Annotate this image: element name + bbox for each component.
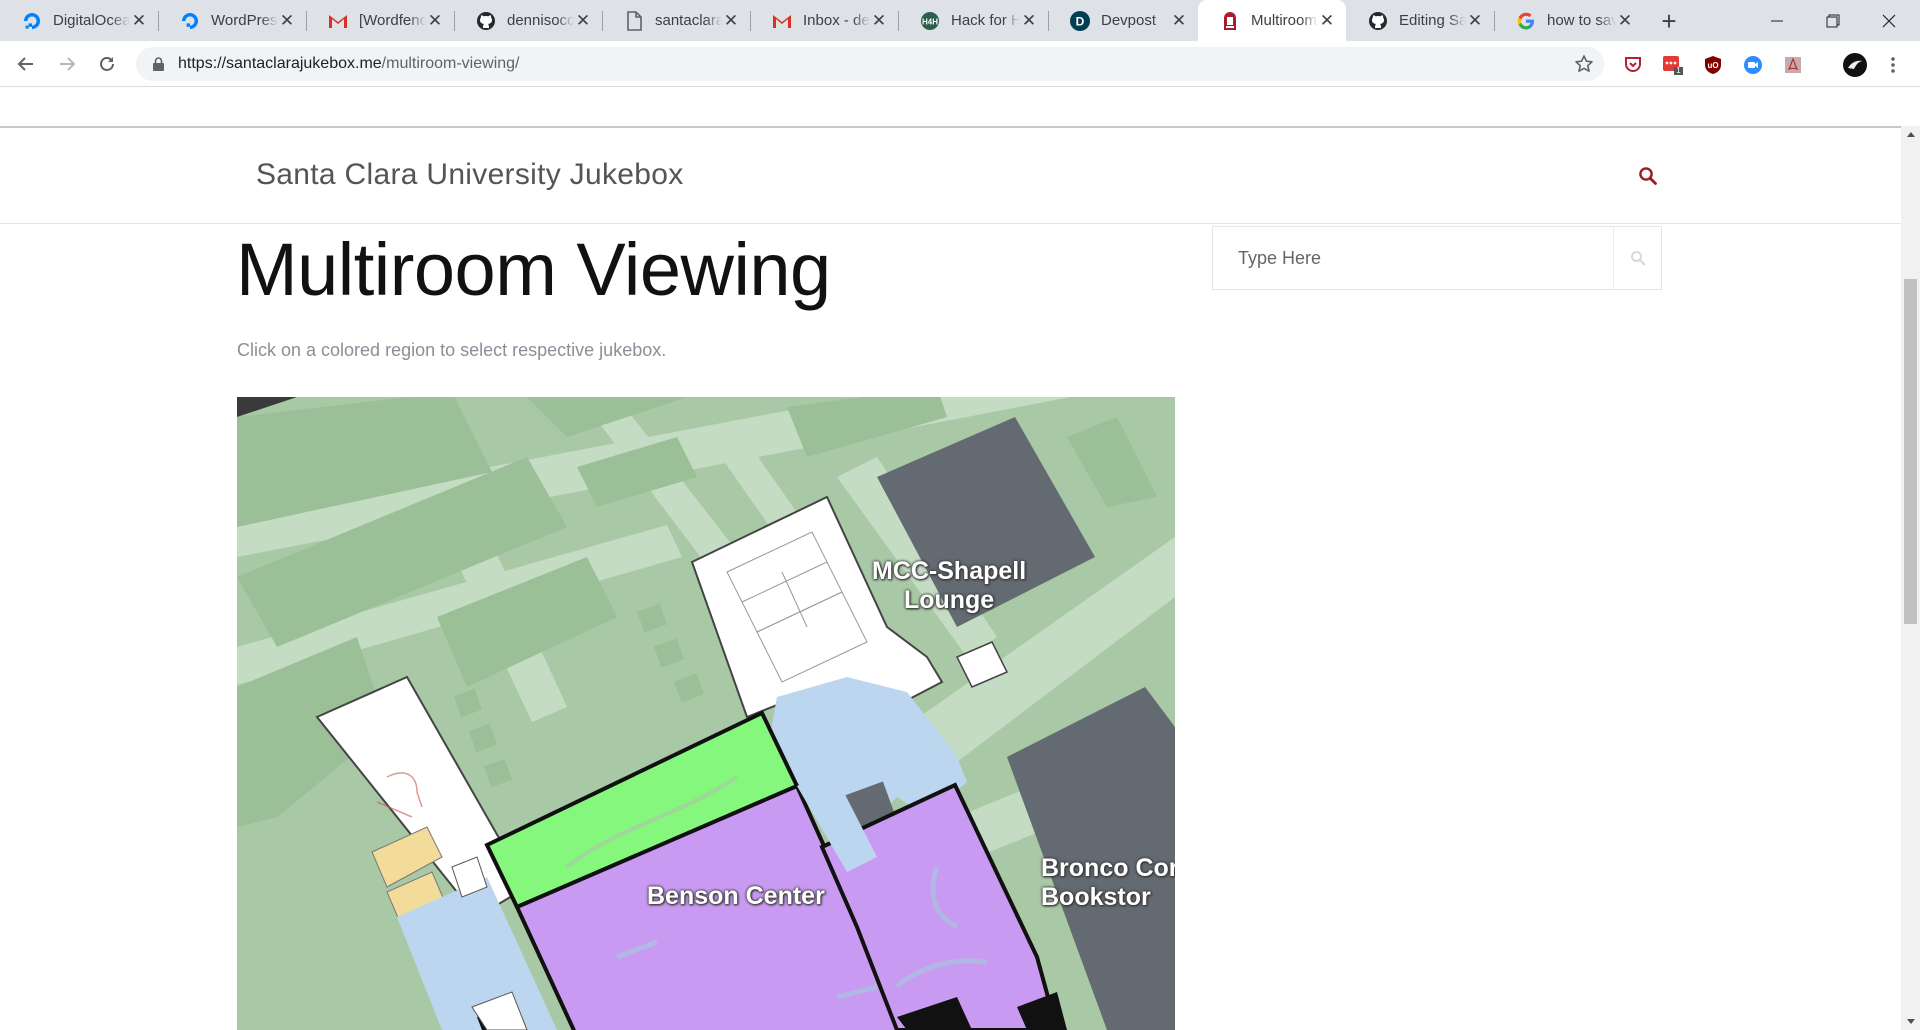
tab-title: Hack for Humanity: [951, 12, 1020, 29]
map-label-text: Bronco Cor Bookstor: [1041, 854, 1175, 911]
close-icon[interactable]: ✕: [1020, 11, 1038, 30]
bookmark-star-icon[interactable]: [1574, 54, 1594, 74]
tab-inbox[interactable]: Inbox - dennis ✕: [750, 0, 898, 41]
close-icon[interactable]: ✕: [1318, 11, 1336, 30]
tab-editing-santa[interactable]: Editing Santa ✕: [1346, 0, 1494, 41]
extension-badge: 1: [1676, 66, 1681, 75]
campus-map-image: [237, 397, 1175, 1030]
tab-title: Editing Santa: [1399, 12, 1466, 29]
reload-icon: [100, 57, 114, 71]
close-icon[interactable]: ✕: [278, 11, 296, 30]
devpost-icon: D: [1070, 10, 1090, 31]
document-icon: [624, 10, 644, 31]
scroll-down-arrow-icon[interactable]: [1901, 1013, 1920, 1030]
pocket-extension-icon[interactable]: [1622, 54, 1644, 76]
tab-hack-for-humanity[interactable]: H4H Hack for Humanity ✕: [898, 0, 1048, 41]
restore-icon: [1826, 14, 1840, 27]
tab-devpost[interactable]: D Devpost ✕: [1048, 0, 1198, 41]
close-icon[interactable]: ✕: [426, 11, 444, 30]
svg-text:H4H: H4H: [922, 17, 938, 26]
page-instructions: Click on a colored region to select resp…: [237, 340, 667, 360]
campus-map: MCC-Shapell Lounge Benson Center Bronco …: [237, 397, 1175, 1030]
gmail-icon: [328, 11, 348, 31]
tab-google-search[interactable]: how to save ✕: [1494, 0, 1644, 41]
close-icon[interactable]: ✕: [1466, 11, 1484, 30]
tab-multiroom-viewing[interactable]: Multiroom Viewing ✕: [1198, 0, 1346, 41]
gmail-icon: [772, 11, 792, 31]
profile-avatar[interactable]: [1842, 52, 1868, 78]
tab-digitalocean[interactable]: DigitalOcean ✕: [0, 0, 158, 41]
chrome-menu-icon[interactable]: [1882, 54, 1904, 76]
close-icon[interactable]: ✕: [1170, 11, 1188, 30]
tab-title: Multiroom Viewing: [1251, 12, 1318, 29]
minimize-icon: [1771, 20, 1783, 21]
github-icon: [1368, 11, 1388, 31]
page-viewport: Santa Clara University Jukebox Multiroom…: [0, 88, 1920, 1030]
tab-strip: DigitalOcean ✕ WordPress ✕ [Wordfence] ✕…: [0, 0, 1920, 41]
minimize-button[interactable]: [1750, 0, 1804, 41]
map-label-bronco-corner-bookstore[interactable]: Bronco Cor Bookstor: [1041, 854, 1175, 912]
tab-title: Devpost: [1101, 12, 1157, 29]
svg-text:uO: uO: [1707, 61, 1718, 70]
restore-button[interactable]: [1806, 0, 1860, 41]
zoom-extension-icon[interactable]: [1742, 54, 1764, 76]
sidebar-search-form: [1212, 226, 1662, 290]
scrollbar-thumb[interactable]: [1904, 279, 1917, 624]
jukebox-icon: [1220, 11, 1240, 31]
pdf-extension-icon[interactable]: [1782, 54, 1804, 76]
close-icon: [1882, 14, 1896, 27]
digitalocean-icon: [180, 11, 200, 31]
tab-title: how to save: [1547, 12, 1616, 29]
page-title: Multiroom Viewing: [236, 228, 831, 311]
reload-button[interactable]: [91, 48, 123, 80]
tab-wordpress[interactable]: WordPress ✕: [158, 0, 306, 41]
tab-github-dennisocon[interactable]: dennisocon ✕: [454, 0, 602, 41]
search-submit-button[interactable]: [1614, 227, 1661, 289]
tab-title: Inbox - dennis: [803, 12, 870, 29]
map-label-mcc-shapell-lounge[interactable]: MCC-Shapell Lounge: [872, 557, 1026, 615]
svg-text:D: D: [1076, 14, 1085, 28]
url-text: https://santaclarajukebox.me/multiroom-v…: [178, 55, 519, 73]
close-icon[interactable]: ✕: [870, 11, 888, 30]
tab-title: [Wordfence]: [359, 12, 426, 29]
tab-title: santaclarajukebox: [655, 12, 722, 29]
map-label-benson-center[interactable]: Benson Center: [647, 882, 825, 911]
close-window-button[interactable]: [1862, 0, 1916, 41]
google-icon: [1516, 11, 1536, 31]
arrow-right-icon: [60, 57, 76, 71]
search-icon: [1630, 251, 1645, 266]
ublock-extension-icon[interactable]: uO: [1702, 54, 1724, 76]
url-path: /multiroom-viewing/: [381, 55, 520, 72]
back-button[interactable]: [10, 48, 42, 80]
map-label-text: Benson Center: [647, 882, 825, 910]
url-host: https://santaclarajukebox.me: [178, 55, 382, 72]
tab-title: WordPress: [211, 12, 278, 29]
page-scrollbar[interactable]: [1901, 126, 1920, 1030]
tab-wordfence[interactable]: [Wordfence] ✕: [306, 0, 454, 41]
digitalocean-icon: [22, 11, 42, 31]
tab-santaclarajukebox-doc[interactable]: santaclarajukebox ✕: [602, 0, 750, 41]
search-icon[interactable]: [1638, 166, 1658, 186]
site-title-link[interactable]: Santa Clara University Jukebox: [256, 158, 684, 192]
browser-toolbar: https://santaclarajukebox.me/multiroom-v…: [0, 41, 1920, 87]
map-label-text: MCC-Shapell Lounge: [872, 557, 1027, 614]
close-icon[interactable]: ✕: [130, 11, 148, 30]
tab-title: dennisocon: [507, 12, 574, 29]
scroll-up-arrow-icon[interactable]: [1901, 126, 1920, 143]
address-bar[interactable]: https://santaclarajukebox.me/multiroom-v…: [136, 47, 1604, 81]
lock-icon: [150, 56, 166, 72]
new-tab-button[interactable]: +: [1654, 6, 1684, 36]
close-icon[interactable]: ✕: [1616, 11, 1634, 30]
todo-extension-icon[interactable]: 1: [1662, 54, 1684, 76]
hack-icon: H4H: [920, 11, 940, 31]
search-input[interactable]: [1213, 227, 1613, 289]
site-header: Santa Clara University Jukebox: [0, 128, 1901, 224]
close-icon[interactable]: ✕: [574, 11, 592, 30]
tab-title: DigitalOcean: [53, 12, 130, 29]
arrow-left-icon: [17, 57, 33, 71]
github-icon: [476, 11, 496, 31]
close-icon[interactable]: ✕: [722, 11, 740, 30]
forward-button[interactable]: [51, 48, 83, 80]
